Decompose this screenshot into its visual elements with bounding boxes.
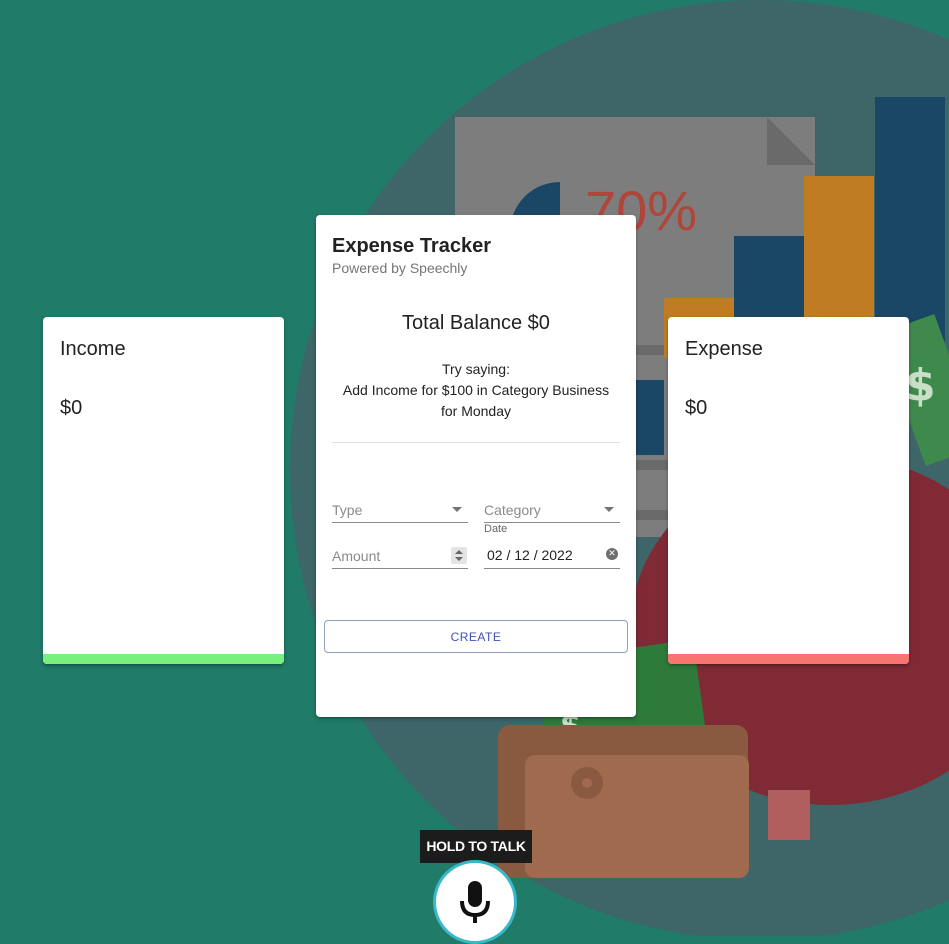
app-title: Expense Tracker [332,235,491,257]
income-amount: $0 [60,397,83,419]
svg-text:$: $ [905,360,936,411]
date-label: Date [484,523,508,535]
expense-title: Expense [685,338,763,360]
total-balance: Total Balance $0 [402,312,550,334]
category-select[interactable]: Category [484,499,620,523]
type-select[interactable]: Type [332,499,468,523]
caret-down-icon [604,507,614,512]
expense-card: Expense $0 [668,317,909,664]
income-color-bar [43,654,284,664]
income-card: Income $0 [43,317,284,664]
hold-to-talk-tooltip: HOLD TO TALK [420,830,532,869]
app-subtitle: Powered by Speechly [332,260,468,276]
expense-color-bar [668,654,909,664]
amount-stepper[interactable] [451,547,467,564]
clear-icon[interactable]: ✕ [606,548,618,560]
push-to-talk-button[interactable] [433,860,517,944]
voice-hint: Try saying: Add Income for $100 in Categ… [332,359,620,422]
voice-hint-intro: Try saying: [442,361,510,377]
type-placeholder: Type [332,502,363,518]
income-title: Income [60,338,126,360]
create-button[interactable]: CREATE [324,620,628,653]
stepper-down-icon [455,557,463,561]
caret-down-icon [452,507,462,512]
voice-hint-example: Add Income for $100 in Category Business… [342,382,610,419]
form-row-type-category: Type Category [332,499,620,523]
stepper-up-icon [455,550,463,554]
amount-placeholder: Amount [332,548,381,564]
date-input[interactable]: Date 02 / 12 / 2022 ✕ [484,523,620,569]
category-placeholder: Category [484,502,541,518]
divider [332,442,620,443]
form-row-amount-date: Amount Date 02 / 12 / 2022 ✕ [332,523,620,569]
expense-tracker-card: Expense Tracker Powered by Speechly Tota… [316,215,636,717]
amount-input[interactable]: Amount [332,545,468,569]
expense-amount: $0 [685,397,708,419]
date-value[interactable]: 02 / 12 / 2022 [487,547,573,563]
microphone-icon [460,881,490,923]
